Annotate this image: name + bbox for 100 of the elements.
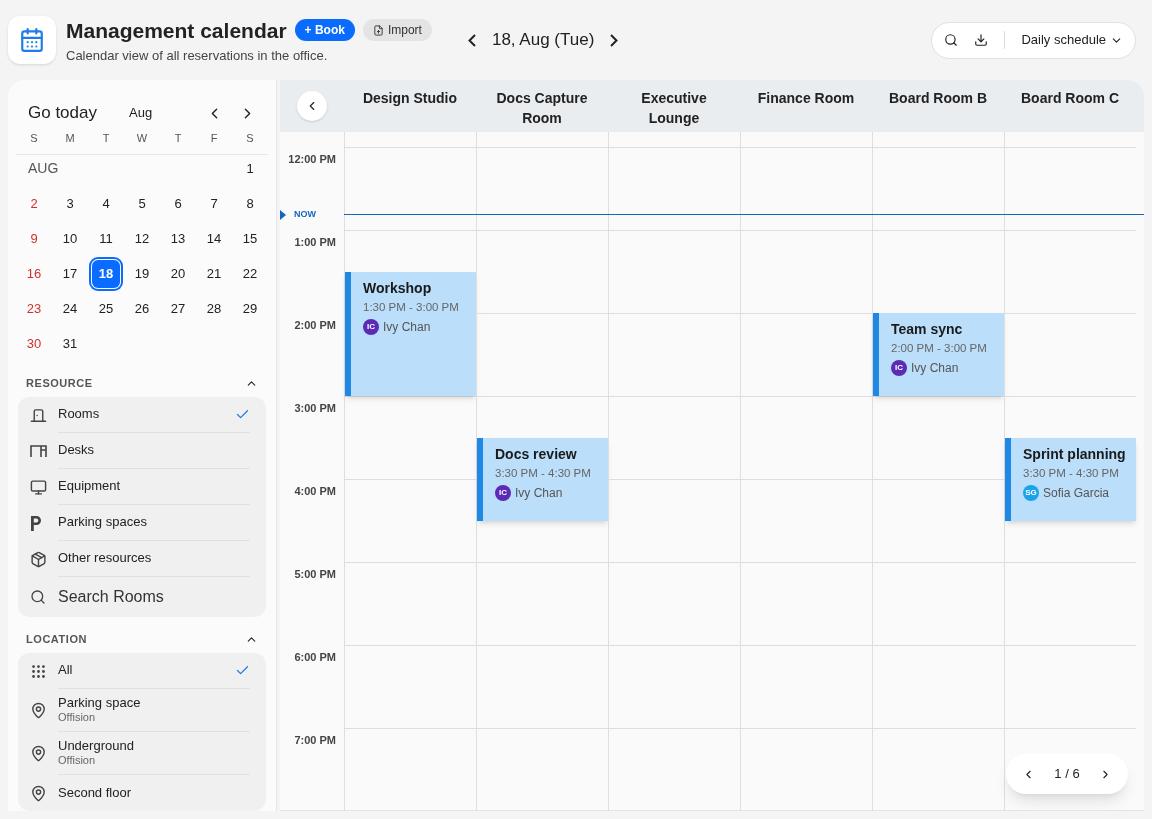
page-indicator: 1 / 6 xyxy=(1054,765,1080,784)
calendar-day[interactable]: 21 xyxy=(200,259,228,288)
calendar-day[interactable]: 18 xyxy=(92,259,120,288)
devices-icon xyxy=(30,478,47,496)
filter-item[interactable]: Underground Offision xyxy=(18,732,266,775)
event-title: Team sync xyxy=(891,320,964,339)
time-label: 2:00 PM xyxy=(294,318,336,333)
event-time: 3:30 PM - 4:30 PM xyxy=(1023,465,1120,481)
calendar-day[interactable]: 23 xyxy=(20,294,48,323)
weekday-label: S xyxy=(29,131,39,147)
filter-item[interactable]: Second floor xyxy=(18,775,266,811)
item-label: Second floor xyxy=(58,784,132,802)
view-dropdown[interactable]: Daily schedule xyxy=(1021,30,1123,50)
filter-item[interactable]: Other resources xyxy=(18,541,266,577)
calendar-day[interactable]: 6 xyxy=(164,189,192,218)
download-icon xyxy=(974,33,989,47)
search-icon xyxy=(30,589,46,605)
item-sublabel: Offision xyxy=(58,711,97,725)
chevron-right-icon xyxy=(610,33,619,47)
chevron-left-icon xyxy=(467,33,476,47)
go-today-button[interactable]: Go today xyxy=(28,100,97,126)
calendar-day[interactable]: 16 xyxy=(20,259,48,288)
event-time: 3:30 PM - 4:30 PM xyxy=(495,465,592,481)
time-label: 7:00 PM xyxy=(294,733,336,748)
calendar-day[interactable]: 19 xyxy=(128,259,156,288)
item-sublabel: Offision xyxy=(58,754,97,768)
now-label: NOW xyxy=(294,208,316,221)
calendar-day[interactable]: 12 xyxy=(128,224,156,253)
calendar-day[interactable]: 30 xyxy=(20,329,48,358)
section-heading: LOCATION xyxy=(26,631,88,647)
filter-item[interactable]: Equipment xyxy=(18,469,266,505)
item-label: All xyxy=(58,662,74,679)
calendar-day[interactable]: 11 xyxy=(92,224,120,253)
calendar-day[interactable]: 4 xyxy=(92,189,120,218)
filter-item[interactable]: Desks xyxy=(18,433,266,469)
pin-icon xyxy=(30,702,47,719)
calendar-day[interactable]: 20 xyxy=(164,259,192,288)
event-card[interactable]: Docs review 3:30 PM - 4:30 PM IC Ivy Chan xyxy=(477,437,608,521)
calendar-day[interactable]: 1 xyxy=(236,154,264,183)
calendar-day[interactable]: 10 xyxy=(56,224,84,253)
event-card[interactable]: Team sync 2:00 PM - 3:00 PM IC Ivy Chan xyxy=(873,313,1004,396)
avatar: IC xyxy=(891,360,907,377)
item-label: Rooms xyxy=(58,406,101,423)
calendar-day[interactable]: 17 xyxy=(56,259,84,288)
door-icon xyxy=(30,406,47,424)
next-day-button[interactable] xyxy=(610,33,619,47)
parking-icon xyxy=(30,515,42,531)
calendar-day[interactable]: 8 xyxy=(236,189,264,218)
page-title: Management calendar xyxy=(66,17,287,44)
calendar-day[interactable]: 9 xyxy=(20,224,48,253)
time-label: 6:00 PM xyxy=(294,650,336,665)
calendar-day[interactable]: 29 xyxy=(236,294,264,323)
event-card[interactable]: Sprint planning 3:30 PM - 4:30 PM SG Sofia Garcia xyxy=(1005,437,1136,521)
avatar: IC xyxy=(363,318,379,335)
event-card[interactable]: Workshop 1:30 PM - 3:00 PM IC Ivy Chan xyxy=(345,271,476,396)
calendar-day[interactable]: 31 xyxy=(56,329,84,358)
item-label: Desks xyxy=(58,442,96,459)
calendar-day[interactable]: 15 xyxy=(236,224,264,253)
page-subtitle: Calendar view of all reservations in the office. xyxy=(66,47,329,65)
time-label: 5:00 PM xyxy=(294,567,336,582)
file-upload-icon xyxy=(372,24,384,36)
book-button[interactable]: + Book xyxy=(294,19,355,42)
event-person: Ivy Chan xyxy=(383,318,431,336)
calendar-day[interactable]: 2 xyxy=(20,189,48,218)
calendar-day[interactable]: 25 xyxy=(92,294,120,323)
search-button[interactable] xyxy=(944,33,959,47)
filter-item[interactable]: Parking spaces xyxy=(18,505,266,541)
item-label: Parking spaces xyxy=(58,514,148,531)
event-person: Ivy Chan xyxy=(911,360,959,378)
calendar-day[interactable]: 7 xyxy=(200,189,228,218)
calendar-day[interactable]: 22 xyxy=(236,259,264,288)
weekday-label: W xyxy=(135,131,149,147)
calendar-day[interactable]: 13 xyxy=(164,224,192,253)
filter-item[interactable]: Parking space Offision xyxy=(18,689,266,732)
search-icon xyxy=(944,33,959,47)
time-label: 12:00 PM xyxy=(288,152,336,167)
section-heading: RESOURCE xyxy=(26,375,93,391)
item-label: Equipment xyxy=(58,478,122,495)
weekday-label: S xyxy=(245,131,255,147)
column-header: Finance Room xyxy=(757,89,855,108)
calendar-day[interactable]: 27 xyxy=(164,294,192,323)
column-header: Board Room C xyxy=(1021,89,1119,108)
event-time: 2:00 PM - 3:00 PM xyxy=(891,341,988,356)
import-button[interactable]: Import xyxy=(362,19,432,42)
download-button[interactable] xyxy=(974,33,989,47)
time-label: 4:00 PM xyxy=(294,484,336,499)
calendar-day[interactable]: 26 xyxy=(128,294,156,323)
calendar-day[interactable]: 24 xyxy=(56,294,84,323)
month-label: Aug xyxy=(129,104,153,123)
calendar-day[interactable]: 5 xyxy=(128,189,156,218)
grid-icon xyxy=(30,662,47,680)
event-title: Workshop xyxy=(363,278,433,298)
search-rooms-field[interactable]: Search Rooms xyxy=(18,577,266,617)
calendar-day[interactable]: 28 xyxy=(200,294,228,323)
previous-day-button[interactable] xyxy=(467,33,476,47)
event-title: Docs review xyxy=(495,444,578,464)
pin-icon xyxy=(30,745,47,762)
current-date: 18, Aug (Tue) xyxy=(491,29,595,52)
calendar-day[interactable]: 3 xyxy=(56,189,84,218)
calendar-day[interactable]: 14 xyxy=(200,224,228,253)
